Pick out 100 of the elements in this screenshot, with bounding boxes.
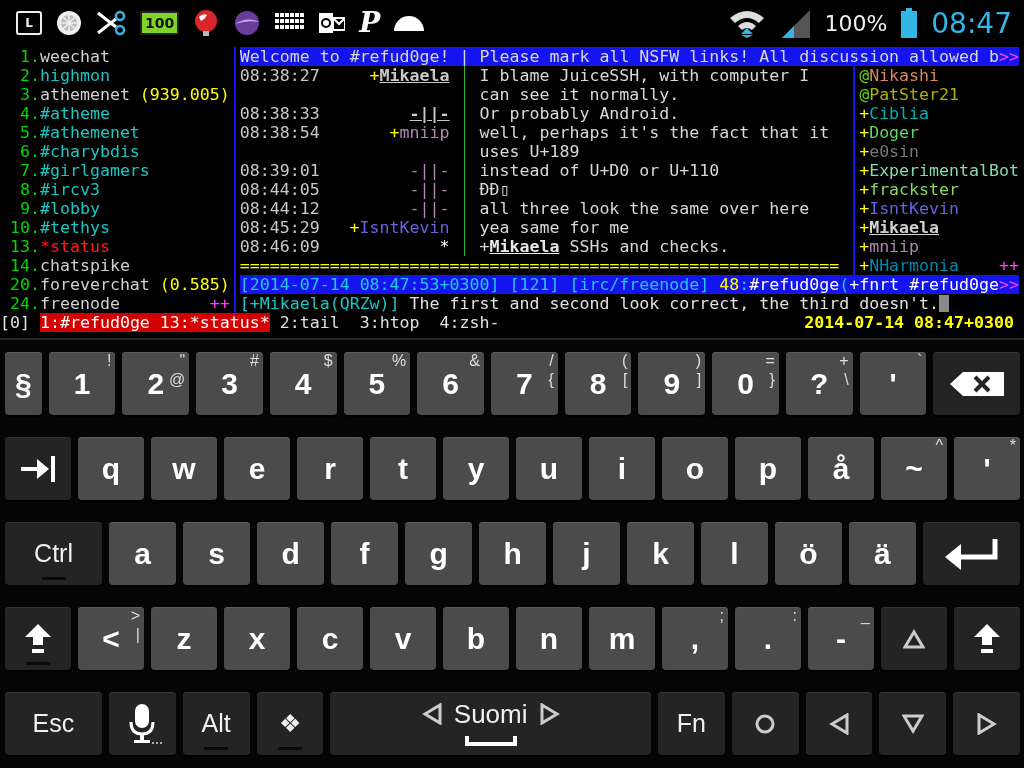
buffer-item[interactable]: 7.#girlgamers <box>0 161 150 180</box>
key[interactable]: o <box>662 437 728 500</box>
modifier-key[interactable]: ❖ <box>256 692 324 755</box>
key[interactable]: ä <box>848 522 916 585</box>
key[interactable]: y <box>443 437 509 500</box>
nicklist-item[interactable]: +NHarmonia <box>859 256 960 275</box>
key[interactable]: h <box>479 522 547 585</box>
key[interactable]: 8 ( [ <box>564 352 632 415</box>
buffer-item[interactable]: 6.#charybdis <box>0 142 140 161</box>
key[interactable]: l <box>701 522 768 585</box>
window-tab[interactable]: 4:zsh- <box>439 313 500 332</box>
key[interactable]: 6 & <box>417 352 484 415</box>
key[interactable]: ? + \ <box>785 352 853 415</box>
key[interactable]: g <box>405 522 473 585</box>
nicklist-item[interactable]: +ExperimentalBot <box>859 161 1019 180</box>
buffer-item[interactable]: 5.#athemenet <box>0 123 140 142</box>
key[interactable]: u <box>516 437 582 500</box>
modifier-key[interactable]: Ctrl <box>5 522 103 585</box>
enter-key[interactable] <box>922 522 1021 585</box>
key[interactable]: s <box>183 522 251 585</box>
buffer-item[interactable]: 8.#ircv3 <box>0 180 100 199</box>
key[interactable]: t <box>370 437 436 500</box>
buffer-item[interactable]: 3.athemenet <box>0 85 130 104</box>
key[interactable]: f <box>331 522 399 585</box>
key-hint: \ <box>844 372 849 388</box>
shift-key[interactable] <box>5 607 71 670</box>
modifier-key[interactable]: Alt <box>182 692 250 755</box>
key[interactable]: w <box>151 437 217 500</box>
key[interactable]: k <box>627 522 694 585</box>
nicklist-item[interactable]: +frackster <box>859 180 960 199</box>
app-logo: P <box>359 9 381 37</box>
buffer-item[interactable]: 20.foreverchat <box>0 275 150 294</box>
home-key[interactable] <box>731 692 799 755</box>
key[interactable]: ö <box>775 522 842 585</box>
key[interactable]: d <box>257 522 325 585</box>
nicklist-item[interactable]: @PatSter21 <box>859 85 960 104</box>
key[interactable]: n <box>516 607 582 670</box>
arrow-key[interactable] <box>953 692 1021 755</box>
tab-key[interactable] <box>5 437 71 500</box>
key[interactable]: < > | <box>78 607 144 670</box>
timestamp: 08:38:27 <box>239 66 320 85</box>
nicklist-item[interactable]: +Ciblia <box>859 104 930 123</box>
key[interactable]: b <box>443 607 509 670</box>
key[interactable]: 5 % <box>343 352 411 415</box>
buffer-item[interactable]: 24.freenode <box>0 294 120 313</box>
key[interactable]: m <box>589 607 655 670</box>
key[interactable]: i <box>589 437 655 500</box>
key[interactable]: ' * <box>954 437 1020 500</box>
shift-key[interactable] <box>954 607 1020 670</box>
key[interactable]: å <box>808 437 874 500</box>
input-field[interactable]: The first and second look correct, the third doesn't. <box>409 294 950 313</box>
key[interactable]: v <box>370 607 436 670</box>
window-tab[interactable]: 3:htop <box>359 313 420 332</box>
key[interactable]: 0 = } <box>712 352 779 415</box>
key[interactable]: j <box>553 522 620 585</box>
buffer-item[interactable]: 1.weechat <box>0 47 110 66</box>
buffer-item[interactable]: 10.#tethys <box>0 218 110 237</box>
key-hint: ! <box>106 353 112 369</box>
key[interactable]: a <box>109 522 177 585</box>
key[interactable]: 7 / { <box>491 352 558 415</box>
buffer-item[interactable]: 4.#atheme <box>0 104 110 123</box>
key[interactable]: ~ ^ <box>881 437 947 500</box>
key[interactable]: § <box>5 352 42 415</box>
key[interactable]: - _ <box>808 607 874 670</box>
key[interactable]: 2 " @ <box>122 352 190 415</box>
window-tab[interactable]: 2:tail <box>279 313 340 332</box>
key[interactable]: 4 $ <box>269 352 337 415</box>
arrow-key[interactable] <box>805 692 873 755</box>
nicklist-item[interactable]: @Nikashi <box>859 66 940 85</box>
key[interactable]: 1 ! <box>48 352 116 415</box>
key[interactable]: c <box>297 607 363 670</box>
modifier-key[interactable]: Fn <box>658 692 725 755</box>
nicklist-item[interactable]: +Doger <box>859 123 920 142</box>
key[interactable]: p <box>735 437 801 500</box>
nicklist-item[interactable]: +Mikaela <box>859 218 940 237</box>
key[interactable]: r <box>297 437 363 500</box>
key[interactable]: x <box>224 607 290 670</box>
key[interactable]: 9 ) ] <box>638 352 706 415</box>
buffer-item[interactable]: 2.highmon <box>0 66 110 85</box>
nicklist-item[interactable]: +e0sin <box>859 142 920 161</box>
key[interactable]: e <box>224 437 290 500</box>
key[interactable]: q <box>78 437 144 500</box>
key[interactable]: ' ` <box>859 352 927 415</box>
microphone-key[interactable] <box>108 692 176 755</box>
key[interactable]: . : <box>735 607 801 670</box>
window-tab[interactable]: 1:#refud0ge 13:*status* <box>39 313 270 332</box>
buffer-item[interactable]: 9.#lobby <box>0 199 100 218</box>
arrow-key[interactable] <box>881 607 947 670</box>
buffer-item[interactable]: 14.chatspike <box>0 256 130 275</box>
space-key[interactable]: Suomi <box>330 692 651 755</box>
status-item: 48:#refud0ge(+fnrt <box>719 275 900 294</box>
arrow-key[interactable] <box>879 692 947 755</box>
buffer-item[interactable]: 13.*status <box>0 237 110 256</box>
nicklist-item[interactable]: +IsntKevin <box>859 199 960 218</box>
key[interactable]: 3 # <box>196 352 263 415</box>
modifier-key[interactable]: Esc <box>5 692 102 755</box>
key[interactable]: , ; <box>662 607 728 670</box>
key[interactable]: z <box>151 607 217 670</box>
nicklist-item[interactable]: +mniip <box>859 237 920 256</box>
backspace-key[interactable] <box>933 352 1021 415</box>
